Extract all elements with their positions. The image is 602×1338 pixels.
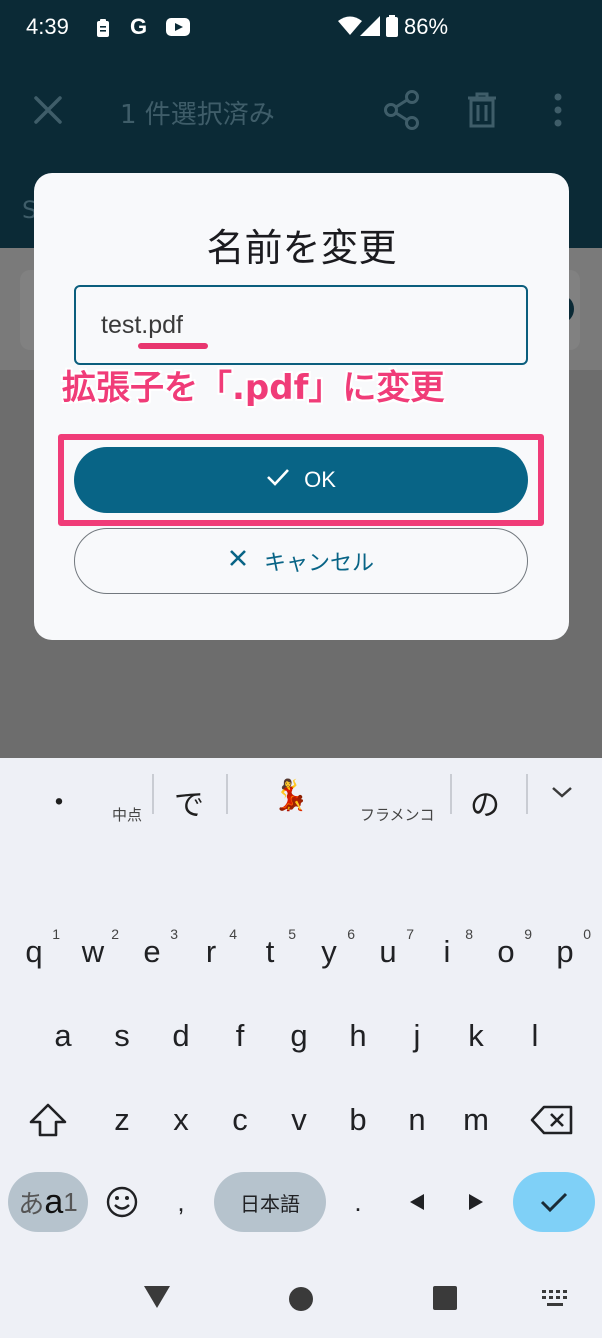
cursor-right-key[interactable] xyxy=(448,1172,504,1232)
space-key[interactable]: 日本語 xyxy=(214,1172,326,1232)
backspace-icon xyxy=(530,1105,573,1135)
check-icon xyxy=(540,1192,568,1213)
status-time: 4:39 xyxy=(26,14,69,39)
ok-highlight-box xyxy=(58,434,544,526)
key-u[interactable]: u7 xyxy=(360,922,416,982)
arrow-left-icon xyxy=(410,1194,424,1210)
selection-title: 1 件選択済み xyxy=(120,100,275,130)
key-w[interactable]: w2 xyxy=(65,922,121,982)
suggestion-3-reading: フラメンコ xyxy=(360,806,435,824)
delete-icon[interactable] xyxy=(460,88,504,132)
filename-input[interactable]: test.pdf xyxy=(74,285,528,365)
shift-key[interactable] xyxy=(20,1090,76,1150)
filename-value: test.pdf xyxy=(101,311,183,339)
backspace-key[interactable] xyxy=(524,1090,580,1150)
period-key[interactable]: . xyxy=(330,1172,386,1232)
key-x[interactable]: x xyxy=(153,1090,209,1150)
cursor-left-key[interactable] xyxy=(389,1172,445,1232)
key-z[interactable]: z xyxy=(94,1090,150,1150)
battery-icon xyxy=(386,15,398,41)
close-icon xyxy=(228,548,248,574)
key-m[interactable]: m xyxy=(448,1090,504,1150)
share-icon[interactable] xyxy=(380,88,424,132)
close-icon[interactable] xyxy=(28,90,68,130)
key-e[interactable]: e3 xyxy=(124,922,180,982)
key-t[interactable]: t5 xyxy=(242,922,298,982)
suggestion-divider xyxy=(450,774,452,814)
key-s[interactable]: s xyxy=(94,1006,150,1066)
google-icon: G xyxy=(130,14,148,39)
key-n[interactable]: n xyxy=(389,1090,445,1150)
key-i[interactable]: i8 xyxy=(419,922,475,982)
suggestion-1-reading: 中点 xyxy=(112,806,143,824)
suggestion-divider xyxy=(526,774,528,814)
input-mode-key[interactable]: あa1 xyxy=(8,1172,88,1232)
wifi-icon xyxy=(338,16,362,40)
annotation-note: 拡張子を「.pdf」に変更 xyxy=(62,368,445,408)
key-d[interactable]: d xyxy=(153,1006,209,1066)
keyboard-switch-icon[interactable] xyxy=(540,1288,570,1314)
emoji-key[interactable] xyxy=(94,1172,150,1232)
key-p[interactable]: p0 xyxy=(537,922,593,982)
suggestion-divider xyxy=(226,774,228,814)
key-y[interactable]: y6 xyxy=(301,922,357,982)
enter-key[interactable] xyxy=(513,1172,595,1232)
emoji-icon xyxy=(106,1186,138,1218)
suggestion-2[interactable]: で xyxy=(174,780,204,824)
suggestion-divider xyxy=(152,774,154,814)
keyboard: ・ 中点 で 💃 フラメンコ の q1 w2 e3 r4 t5 y6 u7 i8… xyxy=(0,758,602,1338)
back-icon[interactable] xyxy=(142,1284,172,1314)
key-a[interactable]: a xyxy=(35,1006,91,1066)
youtube-icon xyxy=(166,18,190,40)
extension-underline xyxy=(138,343,208,349)
key-h[interactable]: h xyxy=(330,1006,386,1066)
battery-percent: 86% xyxy=(404,14,449,39)
key-l[interactable]: l xyxy=(507,1006,563,1066)
key-k[interactable]: k xyxy=(448,1006,504,1066)
shift-icon xyxy=(29,1103,67,1137)
key-g[interactable]: g xyxy=(271,1006,327,1066)
key-c[interactable]: c xyxy=(212,1090,268,1150)
cancel-label: キャンセル xyxy=(263,551,374,576)
collapse-chevron-icon[interactable] xyxy=(550,784,574,804)
key-q[interactable]: q1 xyxy=(6,922,62,982)
signal-icon xyxy=(360,16,380,40)
suggestion-4[interactable]: の xyxy=(470,780,500,824)
navigation-bar xyxy=(0,1262,602,1338)
key-b[interactable]: b xyxy=(330,1090,386,1150)
key-o[interactable]: o9 xyxy=(478,922,534,982)
key-j[interactable]: j xyxy=(389,1006,445,1066)
dialog-title: 名前を変更 xyxy=(206,226,397,270)
home-icon[interactable] xyxy=(288,1286,314,1316)
more-vert-icon[interactable] xyxy=(536,88,580,132)
suggestion-1[interactable]: ・ xyxy=(44,778,74,822)
cancel-button[interactable]: キャンセル xyxy=(74,528,528,594)
recents-icon[interactable] xyxy=(432,1285,458,1315)
status-bar: 4:39 G 86% xyxy=(0,0,602,58)
arrow-right-icon xyxy=(469,1194,483,1210)
key-v[interactable]: v xyxy=(271,1090,327,1150)
key-r[interactable]: r4 xyxy=(183,922,239,982)
key-f[interactable]: f xyxy=(212,1006,268,1066)
comma-key[interactable]: , xyxy=(153,1172,209,1232)
clipboard-icon xyxy=(96,18,110,42)
suggestion-3[interactable]: 💃 xyxy=(272,778,309,813)
